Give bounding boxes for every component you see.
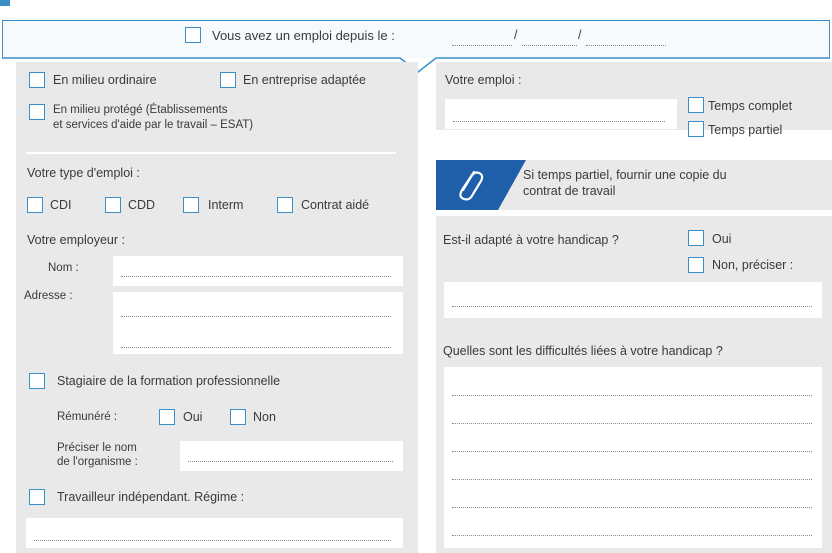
interim-checkbox[interactable] [183,197,199,213]
temps-complet-checkbox[interactable] [688,97,704,113]
organisme-field[interactable] [180,441,403,471]
milieu-protege-label-2: et services d'aide par le travail – ESAT… [53,119,254,131]
nom-label: Nom : [48,262,79,274]
contrat-aide-checkbox[interactable] [277,197,293,213]
employment-since-label: Vous avez un emploi depuis le : [212,28,395,43]
date-year-field[interactable] [586,45,666,46]
date-separator-1: / [514,28,518,42]
difficultes-field[interactable] [444,367,822,548]
remunere-non-checkbox[interactable] [230,409,246,425]
adapte-oui-checkbox[interactable] [688,230,704,246]
cdd-checkbox[interactable] [105,197,121,213]
date-separator-2: / [578,28,582,42]
independant-label: Travailleur indépendant. Régime : [57,490,245,504]
milieu-protege-label-1: En milieu protégé (Établissements [53,104,228,116]
stagiaire-checkbox[interactable] [29,373,45,389]
votre-emploi-title: Votre emploi : [445,73,522,87]
left-divider [26,152,396,154]
regime-field[interactable] [26,518,403,548]
adresse-field[interactable] [113,292,403,354]
employment-since-box [2,20,830,58]
remunere-oui-checkbox[interactable] [159,409,175,425]
milieu-protege-checkbox[interactable] [29,104,45,120]
header-band [0,0,832,22]
temps-partiel-checkbox[interactable] [688,121,704,137]
votre-emploi-field[interactable] [445,99,677,129]
cdd-label: CDD [128,198,156,212]
type-emploi-title: Votre type d'emploi : [27,166,140,180]
stagiaire-label: Stagiaire de la formation professionnell… [57,374,281,388]
adapte-question: Est-il adapté à votre handicap ? [443,233,619,247]
adresse-label: Adresse : [24,290,73,302]
adapte-oui-label: Oui [712,232,732,246]
temps-partiel-label: Temps partiel [708,123,783,137]
remunere-oui-label: Oui [183,410,203,424]
milieu-ordinaire-label: En milieu ordinaire [53,73,157,87]
adapte-preciser-field[interactable] [444,282,822,318]
employment-since-checkbox[interactable] [185,27,201,43]
date-day-field[interactable] [452,45,512,46]
temps-complet-label: Temps complet [708,99,793,113]
adapte-non-label: Non, préciser : [712,258,794,272]
cdi-checkbox[interactable] [27,197,43,213]
nom-field[interactable] [113,256,403,286]
milieu-ordinaire-checkbox[interactable] [29,72,45,88]
remunere-non-label: Non [253,410,276,424]
note-text-1: Si temps partiel, fournir une copie du [523,168,727,182]
entreprise-adaptee-label: En entreprise adaptée [243,73,367,87]
note-text-2: contrat de travail [523,184,616,198]
entreprise-adaptee-checkbox[interactable] [220,72,236,88]
employeur-title: Votre employeur : [27,233,125,247]
cdi-label: CDI [50,198,72,212]
paperclip-icon [459,170,484,201]
difficultes-question: Quelles sont les difficultés liées à vot… [443,344,723,358]
preciser-label-1: Préciser le nom [57,442,137,454]
contrat-aide-label: Contrat aidé [301,198,370,212]
preciser-label-2: de l'organisme : [57,456,138,468]
adapte-non-checkbox[interactable] [688,257,704,273]
remunere-label: Rémunéré : [57,411,118,423]
date-month-field[interactable] [522,45,577,46]
interim-label: Interm [208,198,244,212]
independant-checkbox[interactable] [29,489,45,505]
